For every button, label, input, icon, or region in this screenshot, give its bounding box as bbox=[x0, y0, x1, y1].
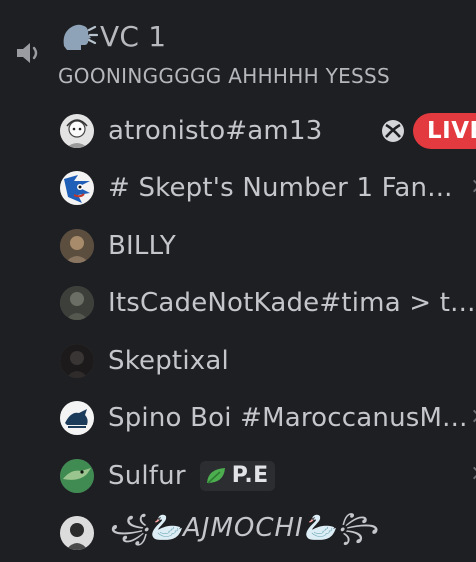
channel-status: GOONINGGGGG AHHHHH YESSS bbox=[58, 64, 390, 88]
avatar bbox=[60, 344, 94, 378]
voice-status-icon: × bbox=[470, 404, 476, 429]
xbox-icon bbox=[380, 118, 406, 144]
user-name: ꧁🦢AJMOCHI🦢꧂ bbox=[108, 507, 379, 560]
voice-user-row[interactable]: BILLY bbox=[58, 217, 476, 275]
voice-user-row[interactable]: ꧁🦢AJMOCHI🦢꧂ bbox=[58, 505, 476, 562]
voice-user-list: atronisto#am13 LIVE # Skept's Number 1 F… bbox=[58, 102, 476, 562]
leaf-icon bbox=[204, 465, 228, 487]
avatar bbox=[60, 286, 94, 320]
voice-user-row[interactable]: Spino Boi #MaroccanusM... × bbox=[58, 390, 476, 448]
server-tag-label: P.E bbox=[232, 463, 269, 488]
avatar bbox=[60, 171, 94, 205]
avatar bbox=[60, 114, 94, 148]
speaker-icon bbox=[14, 39, 44, 67]
avatar bbox=[60, 516, 94, 550]
speaking-head-icon bbox=[58, 16, 98, 56]
user-name: Skeptixal bbox=[108, 346, 229, 376]
user-name: # Skept's Number 1 Fan... bbox=[108, 173, 453, 203]
avatar bbox=[60, 401, 94, 435]
channel-name: VC 1 bbox=[100, 20, 166, 53]
user-name: atronisto#am13 bbox=[108, 116, 322, 146]
live-badge: LIVE bbox=[413, 113, 476, 149]
voice-status-icon: × bbox=[470, 461, 476, 486]
voice-user-row[interactable]: Sulfur P.E × bbox=[58, 447, 476, 505]
voice-user-row[interactable]: ItsCadeNotKade#tima > t... bbox=[58, 275, 476, 333]
voice-status-icon: × bbox=[470, 174, 476, 199]
avatar bbox=[60, 229, 94, 263]
user-name: Sulfur bbox=[108, 461, 186, 491]
voice-user-row[interactable]: atronisto#am13 LIVE bbox=[58, 102, 476, 160]
voice-channel-header[interactable]: VC 1 bbox=[58, 14, 166, 58]
user-name: Spino Boi #MaroccanusM... bbox=[108, 403, 468, 433]
server-tag[interactable]: P.E bbox=[200, 461, 275, 491]
voice-user-row[interactable]: # Skept's Number 1 Fan... × bbox=[58, 160, 476, 218]
avatar bbox=[60, 459, 94, 493]
user-name: BILLY bbox=[108, 231, 176, 261]
user-name: ItsCadeNotKade#tima > t... bbox=[108, 288, 476, 318]
voice-user-row[interactable]: Skeptixal bbox=[58, 332, 476, 390]
